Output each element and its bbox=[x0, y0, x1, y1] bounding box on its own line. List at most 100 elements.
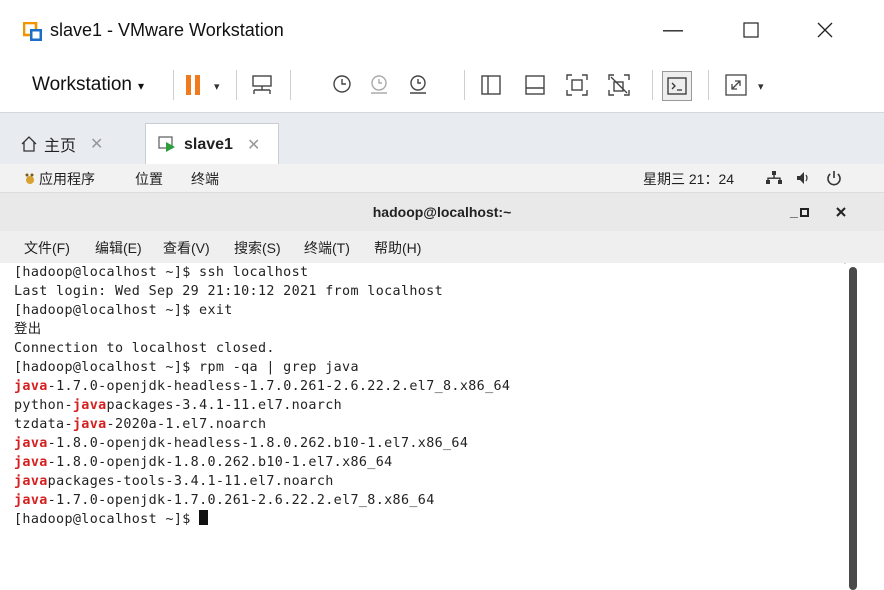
terminal-text: 登出 bbox=[14, 322, 42, 337]
terminal-line: [hadoop@localhost ~]$ exit bbox=[14, 301, 844, 320]
terminal-text: [hadoop@localhost ~]$ ssh localhost bbox=[14, 265, 309, 280]
workstation-label: Workstation bbox=[32, 74, 132, 95]
terminal-text: -1.8.0-openjdk-headless-1.8.0.262.b10-1.… bbox=[47, 436, 469, 451]
menu-edit[interactable]: 编辑(E) bbox=[95, 238, 142, 258]
network-computer-icon bbox=[252, 75, 272, 94]
terminal-text: python- bbox=[14, 398, 73, 413]
menu-help[interactable]: 帮助(H) bbox=[374, 238, 421, 258]
terminal-line: Last login: Wed Sep 29 21:10:12 2021 fro… bbox=[14, 282, 844, 301]
terminal-line: python-javapackages-3.4.1-11.el7.noarch bbox=[14, 396, 844, 415]
network-icon[interactable] bbox=[766, 171, 782, 185]
terminal-text: packages-tools-3.4.1-11.el7.noarch bbox=[47, 474, 334, 489]
gnome-foot-icon bbox=[25, 173, 34, 184]
tab-label: 主页 bbox=[44, 138, 77, 155]
terminal-text: -1.7.0-openjdk-headless-1.7.0.261-2.6.22… bbox=[47, 379, 511, 394]
terminal-output[interactable]: [hadoop@localhost ~]$ ssh localhost Last … bbox=[14, 263, 844, 590]
menu-terminal[interactable]: 终端(T) bbox=[304, 238, 350, 258]
grep-match-text: java bbox=[14, 493, 48, 508]
full-screen-button[interactable] bbox=[563, 71, 591, 99]
workstation-menu[interactable]: Workstation ▾ bbox=[32, 74, 144, 96]
pause-dropdown-icon[interactable]: ▾ bbox=[214, 80, 220, 93]
terminal-line: java-1.7.0-openjdk-headless-1.7.0.261-2.… bbox=[14, 377, 844, 396]
terminal-text: -1.7.0-openjdk-1.7.0.261-2.6.22.2.el7_8.… bbox=[47, 493, 435, 508]
close-icon bbox=[817, 22, 833, 38]
window-title-bar: slave1 - VMware Workstation — bbox=[0, 0, 884, 59]
close-button[interactable] bbox=[806, 14, 844, 46]
terminal-icon bbox=[667, 77, 687, 95]
clock[interactable]: 星期三 21：24 bbox=[643, 169, 734, 189]
terminal-text: -2020a-1.el7.noarch bbox=[106, 417, 267, 432]
toolbar-divider bbox=[236, 70, 237, 100]
menu-file[interactable]: 文件(F) bbox=[24, 238, 70, 258]
revert-snapshot-icon bbox=[371, 75, 387, 94]
terminal-text: [hadoop@localhost ~]$ rpm -qa | grep jav… bbox=[14, 360, 359, 375]
terminal-line: java-1.8.0-openjdk-1.8.0.262.b10-1.el7.x… bbox=[14, 453, 844, 472]
show-library-button[interactable] bbox=[477, 71, 505, 99]
applications-menu[interactable]: 应用程序 bbox=[24, 169, 95, 189]
snapshot-manager-icon bbox=[410, 75, 426, 94]
window-title: slave1 - VMware Workstation bbox=[50, 20, 284, 40]
tab-label: slave1 bbox=[184, 135, 233, 153]
terminal-title: hadoop@localhost:~ bbox=[372, 204, 512, 220]
stretch-guest-button[interactable] bbox=[722, 71, 750, 99]
close-icon[interactable]: ✕ bbox=[90, 134, 103, 154]
tab-slave1[interactable]: slave1 ✕ bbox=[145, 123, 279, 165]
snapshot-manager-button[interactable] bbox=[404, 71, 432, 99]
terminal-text: [hadoop@localhost ~]$ exit bbox=[14, 303, 233, 318]
unity-mode-button[interactable] bbox=[605, 71, 633, 99]
stretch-icon bbox=[725, 74, 747, 96]
terminal-title-bar: hadoop@localhost:~ _ bbox=[0, 193, 884, 232]
terminal-line: java-1.7.0-openjdk-1.7.0.261-2.6.22.2.el… bbox=[14, 491, 844, 510]
terminal-minimize-button[interactable]: _ bbox=[790, 203, 798, 219]
close-icon[interactable]: ✕ bbox=[247, 135, 260, 155]
toolbar-divider bbox=[708, 70, 709, 100]
terminal-scrollbar-thumb[interactable] bbox=[849, 267, 857, 590]
send-ctrl-alt-del-button[interactable] bbox=[248, 71, 276, 99]
vmware-logo-icon bbox=[23, 22, 42, 41]
toolbar-divider bbox=[290, 70, 291, 100]
toolbar-divider bbox=[464, 70, 465, 100]
grep-match-text: java bbox=[14, 455, 48, 470]
grep-match-text: java bbox=[14, 436, 48, 451]
grep-match-text: java bbox=[14, 379, 48, 394]
terminal-line: java-1.8.0-openjdk-headless-1.8.0.262.b1… bbox=[14, 434, 844, 453]
terminal-line: 登出 bbox=[14, 320, 844, 339]
terminal-maximize-button[interactable] bbox=[800, 208, 809, 217]
snapshot-clock-icon bbox=[333, 75, 351, 93]
terminal-line: Connection to localhost closed. bbox=[14, 339, 844, 358]
maximize-button[interactable] bbox=[732, 14, 770, 46]
volume-icon[interactable] bbox=[796, 171, 812, 185]
stretch-dropdown-icon[interactable]: ▾ bbox=[758, 80, 764, 93]
sidebar-layout-icon bbox=[481, 75, 501, 95]
pause-button[interactable] bbox=[180, 71, 208, 99]
terminal-menu-bar: 文件(F) 编辑(E) 查看(V) 搜索(S) 终端(T) 帮助(H) bbox=[0, 231, 884, 264]
vm-running-icon bbox=[158, 135, 175, 152]
terminal-text: Connection to localhost closed. bbox=[14, 341, 275, 356]
terminal-app-menu[interactable]: 终端 bbox=[191, 169, 219, 189]
snapshot-button[interactable] bbox=[328, 71, 356, 99]
toolbar-divider bbox=[652, 70, 653, 100]
toolbar-divider bbox=[173, 70, 174, 100]
menu-search[interactable]: 搜索(S) bbox=[234, 238, 281, 258]
vm-console-edge bbox=[0, 263, 14, 590]
show-thumbnail-bar-button[interactable] bbox=[521, 71, 549, 99]
places-menu[interactable]: 位置 bbox=[135, 169, 163, 189]
pause-icon bbox=[186, 75, 200, 95]
terminal-line: javapackages-tools-3.4.1-11.el7.noarch bbox=[14, 472, 844, 491]
tab-bar: 主页 ✕ slave1 ✕ bbox=[0, 112, 884, 165]
terminal-text: [hadoop@localhost ~]$ bbox=[14, 512, 200, 527]
terminal-line: [hadoop@localhost ~]$ ssh localhost bbox=[14, 263, 844, 282]
revert-snapshot-button[interactable] bbox=[365, 71, 393, 99]
menu-view[interactable]: 查看(V) bbox=[163, 238, 210, 258]
console-view-button[interactable] bbox=[662, 71, 692, 101]
gnome-top-bar: 应用程序 位置 终端 星期三 21：24 bbox=[0, 164, 884, 193]
toolbar: Workstation ▾ ▾ ▾ bbox=[0, 58, 884, 112]
terminal-close-button[interactable] bbox=[836, 207, 846, 217]
minimize-button[interactable]: — bbox=[654, 14, 692, 46]
terminal-cursor bbox=[199, 510, 209, 525]
applications-label: 应用程序 bbox=[39, 171, 95, 187]
power-icon[interactable] bbox=[826, 170, 842, 186]
chevron-down-icon: ▾ bbox=[137, 79, 144, 93]
tab-home[interactable]: 主页 ✕ bbox=[20, 123, 138, 165]
terminal-line: [hadoop@localhost ~]$ rpm -qa | grep jav… bbox=[14, 358, 844, 377]
